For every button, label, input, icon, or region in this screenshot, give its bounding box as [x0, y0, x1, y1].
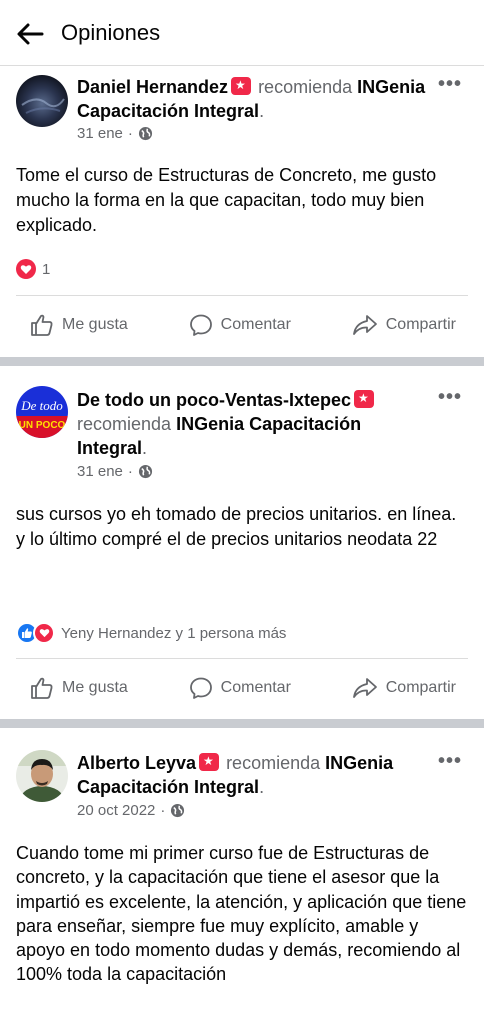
review-text: Cuando tome mi primer curso fue de Estru…	[16, 843, 467, 985]
comment-label: Comentar	[220, 679, 291, 696]
post-header: Daniel Hernandez recomienda INGenia Capa…	[77, 75, 434, 123]
recommends-label: recomienda	[77, 414, 172, 434]
back-button[interactable]	[14, 18, 46, 50]
review-text-line: y lo último compré el de precios unitari…	[16, 529, 438, 549]
post-header: De todo un poco-Ventas-Ixtepec recomiend…	[77, 388, 434, 460]
top-bar: Opiniones	[0, 0, 484, 66]
post-meta: 31 ene ·	[77, 125, 153, 142]
comment-bubble-icon	[189, 314, 212, 336]
recommends-label: recomienda	[258, 77, 353, 97]
reaction-count: 1	[42, 260, 51, 278]
comment-button[interactable]: Comentar	[189, 313, 291, 337]
post-separator	[0, 357, 484, 366]
post-actions: Me gusta Comentar Compartir	[16, 673, 468, 703]
share-arrow-icon	[352, 678, 377, 698]
globe-icon	[138, 126, 152, 141]
review-post: Daniel Hernandez recomienda INGenia Capa…	[0, 67, 484, 357]
avatar-text-bottom: UN POCO	[19, 420, 66, 431]
globe-icon	[138, 464, 152, 479]
share-label: Compartir	[385, 316, 456, 333]
period: .	[259, 101, 265, 121]
post-actions: Me gusta Comentar Compartir	[16, 310, 468, 340]
review-text-line: sus cursos yo eh tomado de precios unita…	[16, 504, 457, 524]
author-name[interactable]: Alberto Leyva	[77, 753, 196, 773]
thumbs-up-icon	[31, 314, 53, 336]
divider	[16, 295, 468, 296]
more-options-button[interactable]: •••	[438, 73, 462, 96]
comment-bubble-icon	[189, 677, 212, 699]
author-name[interactable]: De todo un poco-Ventas-Ixtepec	[77, 390, 351, 410]
divider	[16, 658, 468, 659]
review-post: Alberto Leyva recomienda INGenia Capacit…	[0, 728, 484, 1024]
post-meta: 20 oct 2022 ·	[77, 802, 185, 819]
review-text: sus cursos yo eh tomado de precios unita…	[16, 502, 468, 552]
period: .	[142, 438, 148, 458]
post-date[interactable]: 31 ene	[77, 125, 123, 142]
post-date[interactable]: 20 oct 2022	[77, 802, 155, 819]
review-post: De todo UN POCO De todo un poco-Ventas-Ix…	[0, 366, 484, 718]
globe-icon	[171, 803, 185, 818]
recommend-badge-icon	[354, 390, 375, 408]
meta-dot: ·	[127, 463, 133, 480]
share-button[interactable]: Compartir	[352, 313, 456, 337]
like-button[interactable]: Me gusta	[30, 676, 128, 700]
share-button[interactable]: Compartir	[352, 676, 456, 700]
reactions-summary[interactable]: 1	[16, 259, 50, 279]
more-options-button[interactable]: •••	[438, 750, 462, 773]
meta-dot: ·	[160, 802, 166, 819]
love-reaction-icon	[33, 622, 55, 644]
share-label: Compartir	[385, 679, 456, 696]
comment-label: Comentar	[220, 316, 291, 333]
recommend-badge-icon	[231, 77, 252, 95]
reaction-icons	[16, 622, 55, 644]
arrow-left-icon	[17, 23, 44, 45]
comment-button[interactable]: Comentar	[189, 676, 291, 700]
post-date[interactable]: 31 ene	[77, 463, 123, 480]
period: .	[259, 777, 265, 797]
review-text: Tome el curso de Estructuras de Concreto…	[16, 165, 437, 235]
recommend-badge-icon	[199, 753, 220, 771]
like-label: Me gusta	[62, 316, 128, 333]
reactions-summary[interactable]: Yeny Hernandez y 1 persona más	[16, 622, 286, 644]
post-header: Alberto Leyva recomienda INGenia Capacit…	[77, 751, 434, 799]
share-arrow-icon	[352, 315, 377, 335]
avatar-text-top: De todo	[20, 398, 63, 413]
avatar[interactable]	[16, 75, 68, 127]
avatar[interactable]: De todo UN POCO	[16, 386, 68, 438]
avatar[interactable]	[16, 750, 68, 802]
page-title: Opiniones	[61, 20, 161, 45]
like-label: Me gusta	[62, 679, 128, 696]
meta-dot: ·	[127, 125, 133, 142]
post-meta: 31 ene ·	[77, 463, 153, 480]
recommends-label: recomienda	[226, 753, 321, 773]
more-options-button[interactable]: •••	[438, 386, 462, 409]
thumbs-up-icon	[31, 677, 53, 699]
like-button[interactable]: Me gusta	[30, 313, 128, 337]
reaction-summary-text: Yeny Hernandez y 1 persona más	[61, 624, 287, 642]
author-name[interactable]: Daniel Hernandez	[77, 77, 228, 97]
love-reaction-icon	[16, 259, 36, 279]
post-separator	[0, 719, 484, 728]
